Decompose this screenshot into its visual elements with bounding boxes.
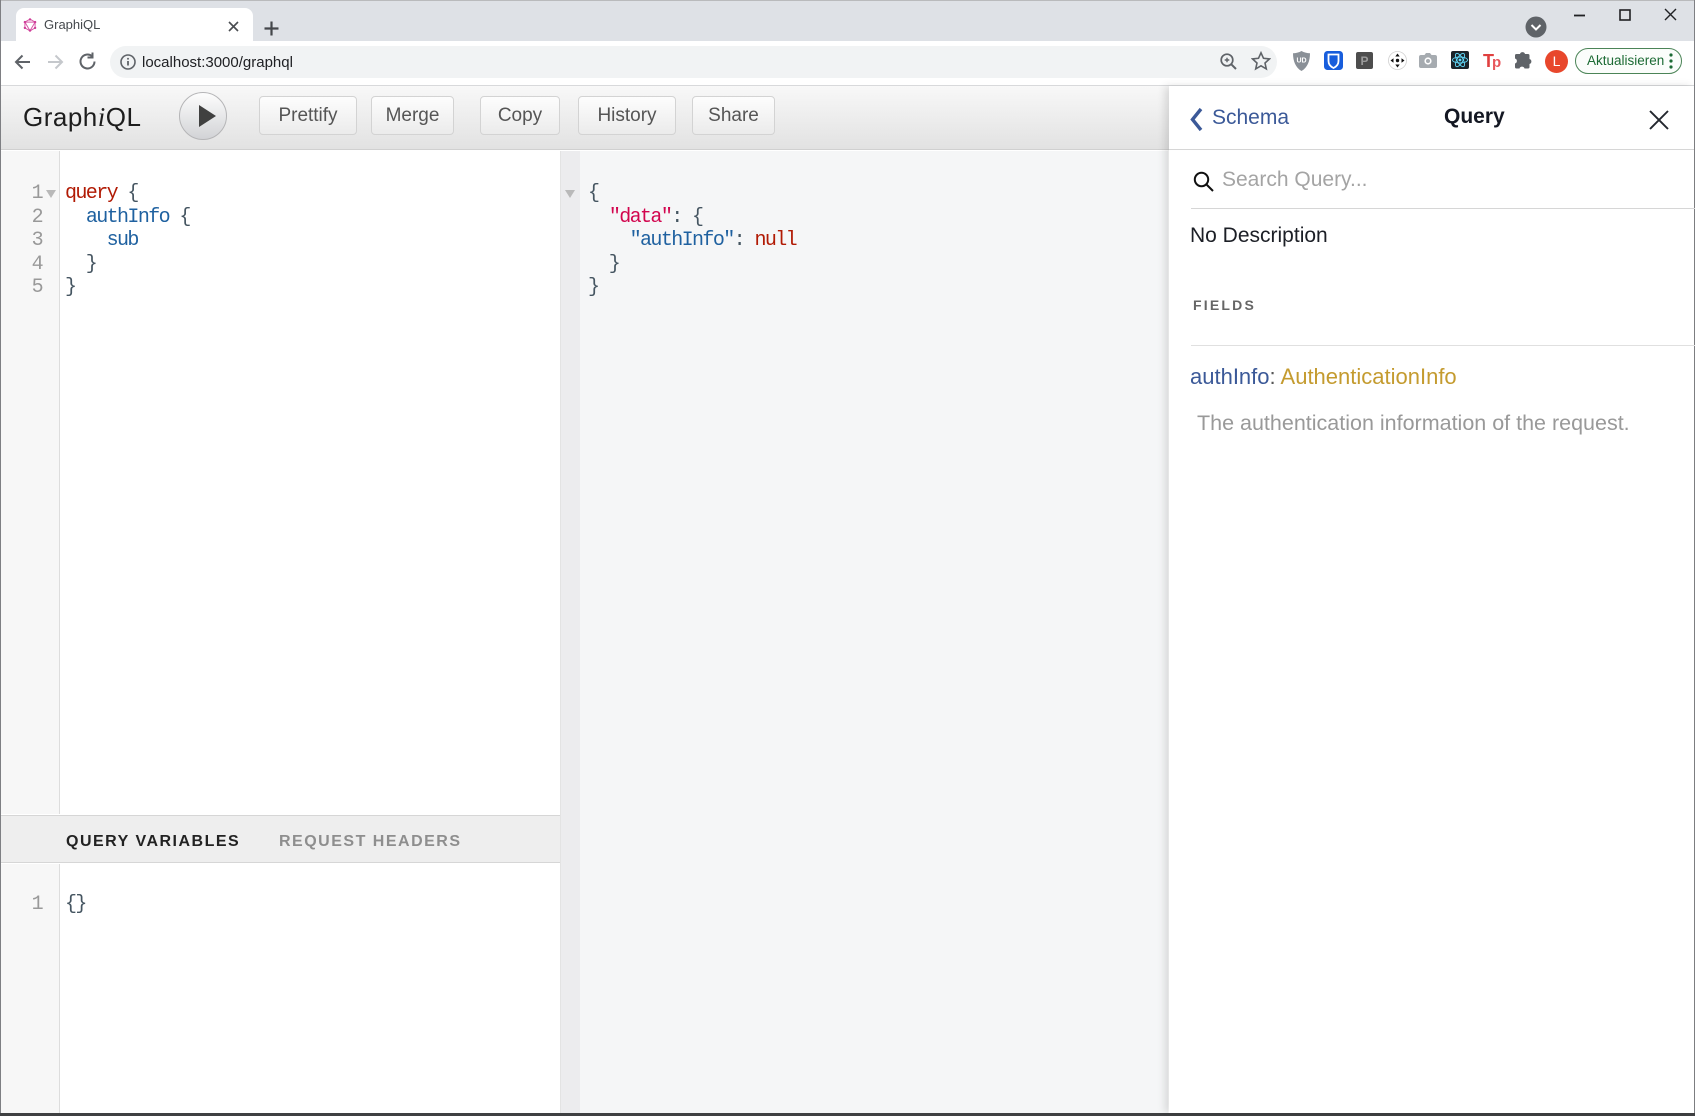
svg-text:P: P	[1360, 54, 1368, 68]
svg-text:UD: UD	[1296, 58, 1306, 65]
